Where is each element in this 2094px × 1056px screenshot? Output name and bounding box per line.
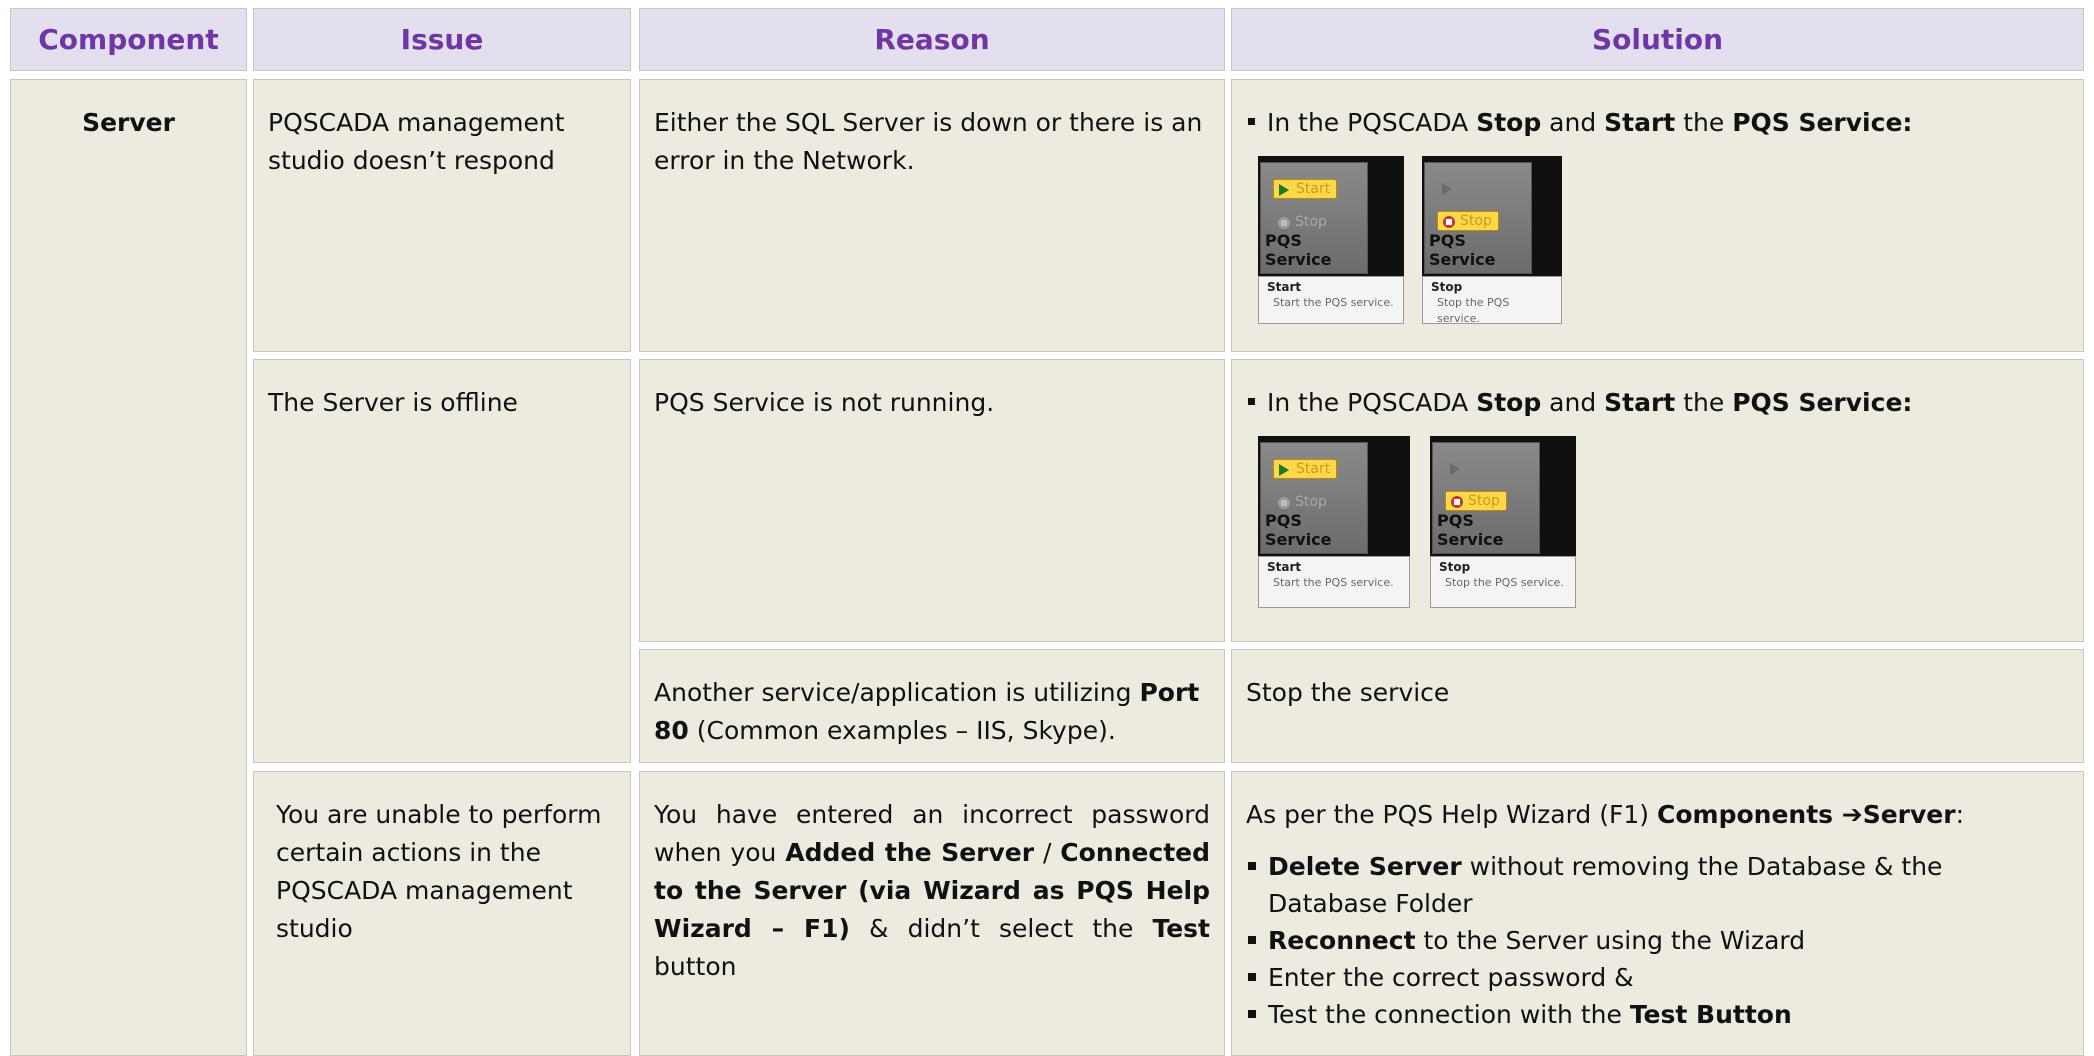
stop-button[interactable]: Stop xyxy=(1437,211,1499,231)
row3-reason-cell: Another service/application is utilizing… xyxy=(639,649,1225,763)
row1-issue: PQSCADA management studio doesn’t respon… xyxy=(268,108,565,175)
pqs-service-stop-widget: Start Stop PQS Service Stop Stop the PQS… xyxy=(1430,436,1576,608)
start-button[interactable]: Start xyxy=(1273,459,1338,479)
stop-tooltip: Stop Stop the PQS service. xyxy=(1430,556,1576,608)
stop-button[interactable]: Stop xyxy=(1273,213,1333,231)
row1-reason: Either the SQL Server is down or there i… xyxy=(654,108,1203,175)
row2-solution-line: In the PQSCADA Stop and Start the PQS Se… xyxy=(1246,384,2069,421)
stop-button[interactable]: Stop xyxy=(1445,491,1507,511)
row1-solution-line: In the PQSCADA Stop and Start the PQS Se… xyxy=(1246,104,2069,141)
bullet-icon xyxy=(1248,118,1255,125)
stop-circle-icon xyxy=(1278,217,1290,229)
stop-circle-icon xyxy=(1451,496,1463,508)
bullet-icon xyxy=(1248,936,1256,944)
row1-solution-cell: In the PQSCADA Stop and Start the PQS Se… xyxy=(1231,79,2084,352)
pqs-service-stop-widget: Start Stop PQS Service Stop Stop the PQS… xyxy=(1422,156,1562,326)
stop-circle-icon xyxy=(1443,216,1455,228)
play-icon xyxy=(1279,184,1289,196)
play-icon xyxy=(1279,464,1289,476)
start-button[interactable]: Start xyxy=(1437,179,1499,197)
row3-solution-cell: Stop the service xyxy=(1231,649,2084,763)
row4-solution-bullet-2: Reconnect to the Server using the Wizard xyxy=(1246,922,2069,959)
bullet-icon xyxy=(1248,1010,1256,1018)
row4-solution-cell: As per the PQS Help Wizard (F1) Componen… xyxy=(1231,771,2084,1056)
pqs-service-start-widget: Start Stop PQS Service Start Start the P… xyxy=(1258,156,1404,326)
arrow-right-icon: ➔ xyxy=(1833,800,1863,829)
header-issue: Issue xyxy=(253,8,631,71)
stop-button[interactable]: Stop xyxy=(1273,493,1333,511)
play-icon xyxy=(1442,183,1452,195)
row4-reason: You have entered an incorrect password w… xyxy=(654,800,1210,981)
header-component: Component xyxy=(10,8,247,71)
service-title: PQS Service xyxy=(1265,231,1332,269)
header-reason-label: Reason xyxy=(874,23,990,56)
row1-reason-cell: Either the SQL Server is down or there i… xyxy=(639,79,1225,352)
row1-issue-cell: PQSCADA management studio doesn’t respon… xyxy=(253,79,631,352)
row4-solution-bullet-1: Delete Server without removing the Datab… xyxy=(1246,848,2069,922)
start-tooltip: Start Start the PQS service. xyxy=(1258,556,1410,608)
row2-issue: The Server is offline xyxy=(268,388,518,417)
header-reason: Reason xyxy=(639,8,1225,71)
row4-reason-cell: You have entered an incorrect password w… xyxy=(639,771,1225,1056)
start-button[interactable]: Start xyxy=(1445,459,1507,477)
stop-tooltip: Stop Stop the PQS service. xyxy=(1422,276,1562,325)
bullet-icon xyxy=(1248,973,1256,981)
stop-circle-icon xyxy=(1278,497,1290,509)
row2-reason: PQS Service is not running. xyxy=(654,388,995,417)
header-issue-label: Issue xyxy=(400,23,484,56)
service-title: PQS Service xyxy=(1429,231,1496,269)
row4-issue-cell: You are unable to perform certain action… xyxy=(253,771,631,1056)
row4-solution-intro: As per the PQS Help Wizard (F1) Componen… xyxy=(1246,800,1964,829)
play-icon xyxy=(1450,463,1460,475)
row4-solution-bullet-4: Test the connection with the Test Button xyxy=(1246,996,2069,1033)
row3-solution: Stop the service xyxy=(1246,678,1450,707)
row4-issue: You are unable to perform certain action… xyxy=(276,800,602,943)
header-component-label: Component xyxy=(38,23,219,56)
row3-reason: Another service/application is utilizing… xyxy=(654,678,1200,745)
bullet-icon xyxy=(1248,398,1255,405)
start-button[interactable]: Start xyxy=(1273,179,1338,199)
bullet-icon xyxy=(1248,862,1256,870)
row2-solution-cell: In the PQSCADA Stop and Start the PQS Se… xyxy=(1231,359,2084,642)
pqs-service-start-widget: Start Stop PQS Service Start Start the P… xyxy=(1258,436,1410,608)
header-solution: Solution xyxy=(1231,8,2084,71)
row2-reason-cell: PQS Service is not running. xyxy=(639,359,1225,642)
component-label: Server xyxy=(82,108,175,137)
service-title: PQS Service xyxy=(1437,511,1504,549)
start-tooltip: Start Start the PQS service. xyxy=(1258,276,1404,324)
header-solution-label: Solution xyxy=(1591,23,1724,56)
row2-issue-cell: The Server is offline xyxy=(253,359,631,763)
row4-solution-bullet-3: Enter the correct password & xyxy=(1246,959,2069,996)
service-title: PQS Service xyxy=(1265,511,1332,549)
component-cell: Server xyxy=(10,79,247,1056)
